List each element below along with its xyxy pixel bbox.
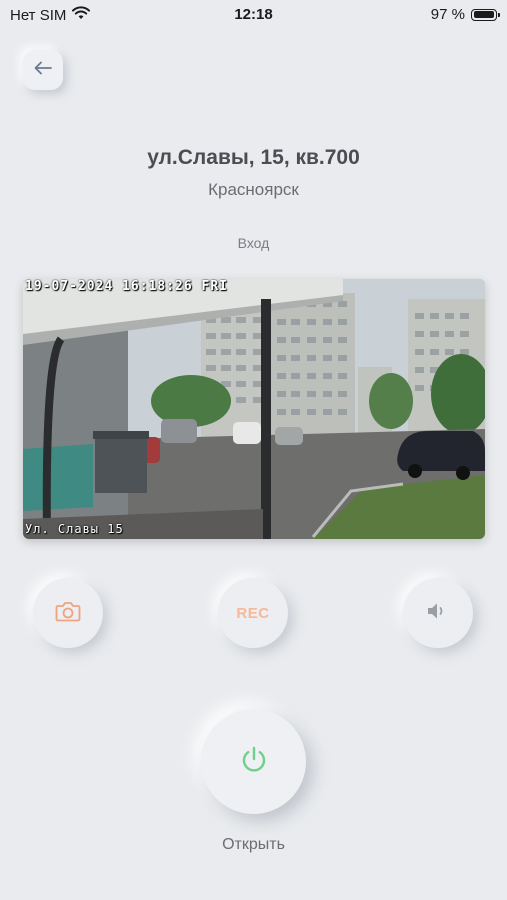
record-button[interactable]: REC <box>218 578 288 648</box>
city-label: Красноярск <box>208 180 299 199</box>
camera-video-feed[interactable]: 19-07-2024 16:18:26 FRI Ул. Славы 15 <box>23 279 485 539</box>
open-door-label: Открыть <box>222 836 285 853</box>
open-door-button[interactable] <box>201 709 306 814</box>
battery-icon <box>471 8 500 21</box>
sound-button[interactable] <box>403 578 473 648</box>
snapshot-button[interactable] <box>33 578 103 648</box>
battery-fill <box>473 11 494 18</box>
video-location-label: Ул. Славы 15 <box>25 522 124 536</box>
camera-name: Вход <box>237 235 270 251</box>
camera-icon <box>55 600 81 627</box>
record-label: REC <box>236 604 270 622</box>
battery-status: 97 % <box>430 6 500 23</box>
address-title: ул.Славы, 15, кв.700 <box>147 146 360 169</box>
speaker-icon <box>426 601 450 626</box>
arrow-left-icon <box>34 61 52 80</box>
video-timestamp: 19-07-2024 16:18:26 FRI <box>25 279 229 294</box>
status-bar: Нет SIM 12:18 97 % <box>0 0 507 32</box>
back-button[interactable] <box>23 50 63 90</box>
battery-percent: 97 % <box>430 6 465 23</box>
power-icon <box>239 744 269 779</box>
camera-frame-image <box>23 279 485 539</box>
